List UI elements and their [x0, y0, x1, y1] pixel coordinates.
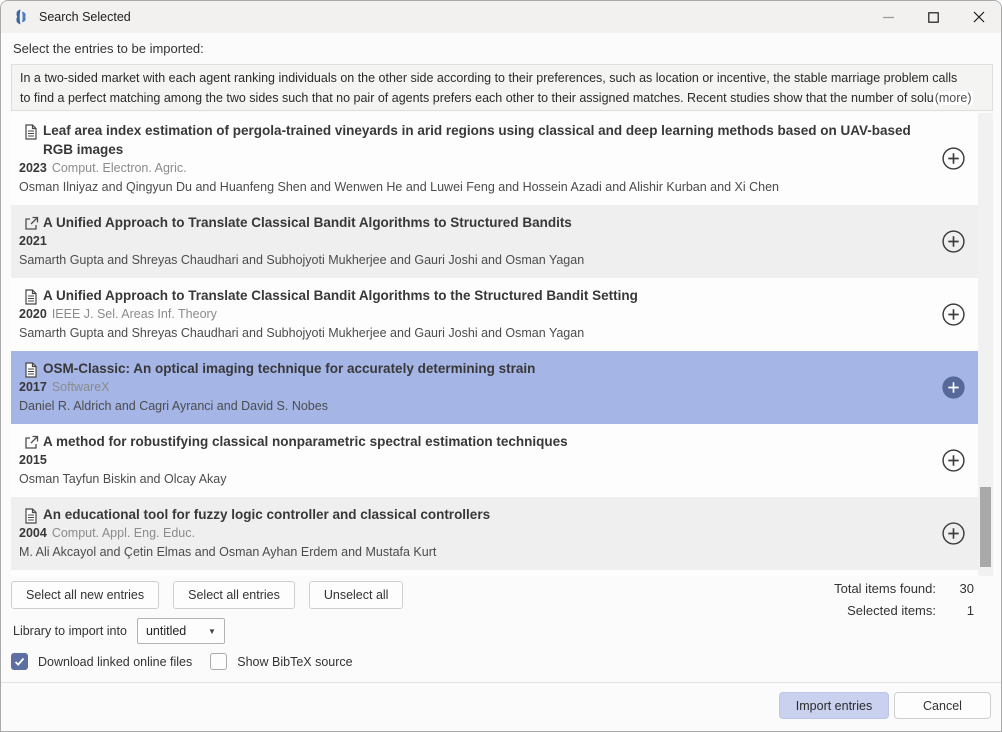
entry-authors: Osman Tayfun Biskin and Olcay Akay — [19, 470, 918, 489]
entry-meta: 2020 IEEE J. Sel. Areas Inf. Theory — [19, 305, 918, 324]
preview-line-2: to find a perfect matching among the two… — [20, 88, 984, 108]
entry-title: An educational tool for fuzzy logic cont… — [43, 505, 918, 524]
selected-items-value: 1 — [936, 600, 974, 622]
entry-authors: Daniel R. Aldrich and Cagri Ayranci and … — [19, 397, 918, 416]
entry-row[interactable]: A Unified Approach to Translate Classica… — [11, 205, 978, 278]
entry-year: 2004 — [19, 526, 47, 540]
entry-journal: IEEE J. Sel. Areas Inf. Theory — [52, 307, 217, 321]
entry-title: OSM-Classic: An optical imaging techniqu… — [43, 359, 918, 378]
entry-title: Leaf area index estimation of pergola-tr… — [43, 121, 918, 159]
entry-row[interactable]: An educational tool for fuzzy logic cont… — [11, 497, 978, 570]
entry-year: 2021 — [19, 234, 47, 248]
entry-journal: Comput. Appl. Eng. Educ. — [52, 526, 195, 540]
library-select-value: untitled — [146, 624, 186, 638]
add-entry-button[interactable] — [940, 146, 966, 172]
add-entry-button[interactable] — [940, 448, 966, 474]
entry-row[interactable]: Leaf area index estimation of pergola-tr… — [11, 113, 978, 205]
add-entry-button[interactable] — [940, 302, 966, 328]
entry-authors: Samarth Gupta and Shreyas Chaudhari and … — [19, 251, 918, 270]
entry-meta: 2004 Comput. Appl. Eng. Educ. — [19, 524, 918, 543]
entry-authors: Samarth Gupta and Shreyas Chaudhari and … — [19, 324, 918, 343]
selected-items-label: Selected items: — [847, 600, 936, 622]
entry-year: 2023 — [19, 161, 47, 175]
instruction-label: Select the entries to be imported: — [13, 41, 204, 56]
add-circle-icon — [941, 375, 966, 400]
library-import-label: Library to import into — [13, 624, 127, 638]
show-bibtex-source-checkbox[interactable] — [210, 653, 227, 670]
scrollbar-thumb[interactable] — [980, 487, 991, 567]
document-icon — [24, 124, 40, 140]
entry-journal: SoftwareX — [52, 380, 110, 394]
cancel-button[interactable]: Cancel — [894, 692, 991, 719]
more-link[interactable]: (more) — [934, 91, 973, 105]
options-row: Download linked online files Show BibTeX… — [11, 653, 361, 670]
import-entries-button[interactable]: Import entries — [779, 692, 889, 719]
add-circle-icon — [941, 229, 966, 254]
entry-title: A method for robustifying classical nonp… — [43, 432, 918, 451]
entry-title: A Unified Approach to Translate Classica… — [43, 213, 918, 232]
total-items-label: Total items found: — [834, 578, 936, 600]
add-entry-button[interactable] — [940, 375, 966, 401]
window-controls — [866, 1, 1001, 33]
document-icon — [24, 362, 40, 378]
download-linked-files-checkbox[interactable] — [11, 653, 28, 670]
entries-list: Leaf area index estimation of pergola-tr… — [11, 113, 993, 576]
library-select[interactable]: untitled ▼ — [137, 618, 225, 644]
selection-buttons: Select all new entries Select all entrie… — [11, 581, 403, 609]
jabref-logo-icon — [11, 7, 31, 27]
total-items-value: 30 — [936, 578, 974, 600]
scrollbar-track[interactable] — [978, 113, 993, 576]
add-circle-icon — [941, 448, 966, 473]
entry-authors: M. Ali Akcayol and Çetin Elmas and Osman… — [19, 543, 918, 562]
entry-meta: 2017 SoftwareX — [19, 378, 918, 397]
document-icon — [24, 508, 40, 524]
maximize-button[interactable] — [911, 1, 956, 33]
entry-year: 2015 — [19, 453, 47, 467]
entry-row[interactable]: OSM-Classic: An optical imaging techniqu… — [11, 351, 978, 424]
entry-year: 2020 — [19, 307, 47, 321]
entry-title: A Unified Approach to Translate Classica… — [43, 286, 918, 305]
minimize-button[interactable] — [866, 1, 911, 33]
add-entry-button[interactable] — [940, 521, 966, 547]
entry-row[interactable]: A Unified Approach to Translate Classica… — [11, 278, 978, 351]
document-icon — [24, 289, 40, 305]
show-bibtex-source-label: Show BibTeX source — [237, 655, 352, 669]
titlebar: Search Selected — [1, 1, 1001, 33]
select-all-new-entries-button[interactable]: Select all new entries — [11, 581, 159, 609]
result-stats: Total items found: 30 Selected items: 1 — [834, 578, 974, 622]
close-button[interactable] — [956, 1, 1001, 33]
entry-journal: Comput. Electron. Agric. — [52, 161, 187, 175]
entry-meta: 2023 Comput. Electron. Agric. — [19, 159, 918, 178]
entry-authors: Osman Ilniyaz and Qingyun Du and Huanfen… — [19, 178, 918, 197]
add-circle-icon — [941, 302, 966, 327]
external-link-icon — [24, 216, 40, 232]
search-selected-dialog: Search Selected Select the entries to be… — [0, 0, 1002, 732]
entry-meta: 2015 — [19, 451, 918, 470]
abstract-preview: In a two-sided market with each agent ra… — [11, 64, 993, 111]
unselect-all-button[interactable]: Unselect all — [309, 581, 404, 609]
add-circle-icon — [941, 146, 966, 171]
entry-meta: 2021 — [19, 232, 918, 251]
add-circle-icon — [941, 521, 966, 546]
entry-rows: Leaf area index estimation of pergola-tr… — [11, 113, 978, 570]
check-icon — [14, 656, 25, 667]
external-link-icon — [24, 435, 40, 451]
add-entry-button[interactable] — [940, 229, 966, 255]
window-title: Search Selected — [39, 10, 131, 24]
chevron-down-icon: ▼ — [208, 627, 216, 636]
entry-year: 2017 — [19, 380, 47, 394]
download-linked-files-label: Download linked online files — [38, 655, 192, 669]
footer-separator — [1, 682, 1001, 683]
library-row: Library to import into untitled ▼ — [13, 618, 225, 644]
entry-row[interactable]: A method for robustifying classical nonp… — [11, 424, 978, 497]
preview-line-1: In a two-sided market with each agent ra… — [20, 68, 984, 88]
select-all-entries-button[interactable]: Select all entries — [173, 581, 295, 609]
